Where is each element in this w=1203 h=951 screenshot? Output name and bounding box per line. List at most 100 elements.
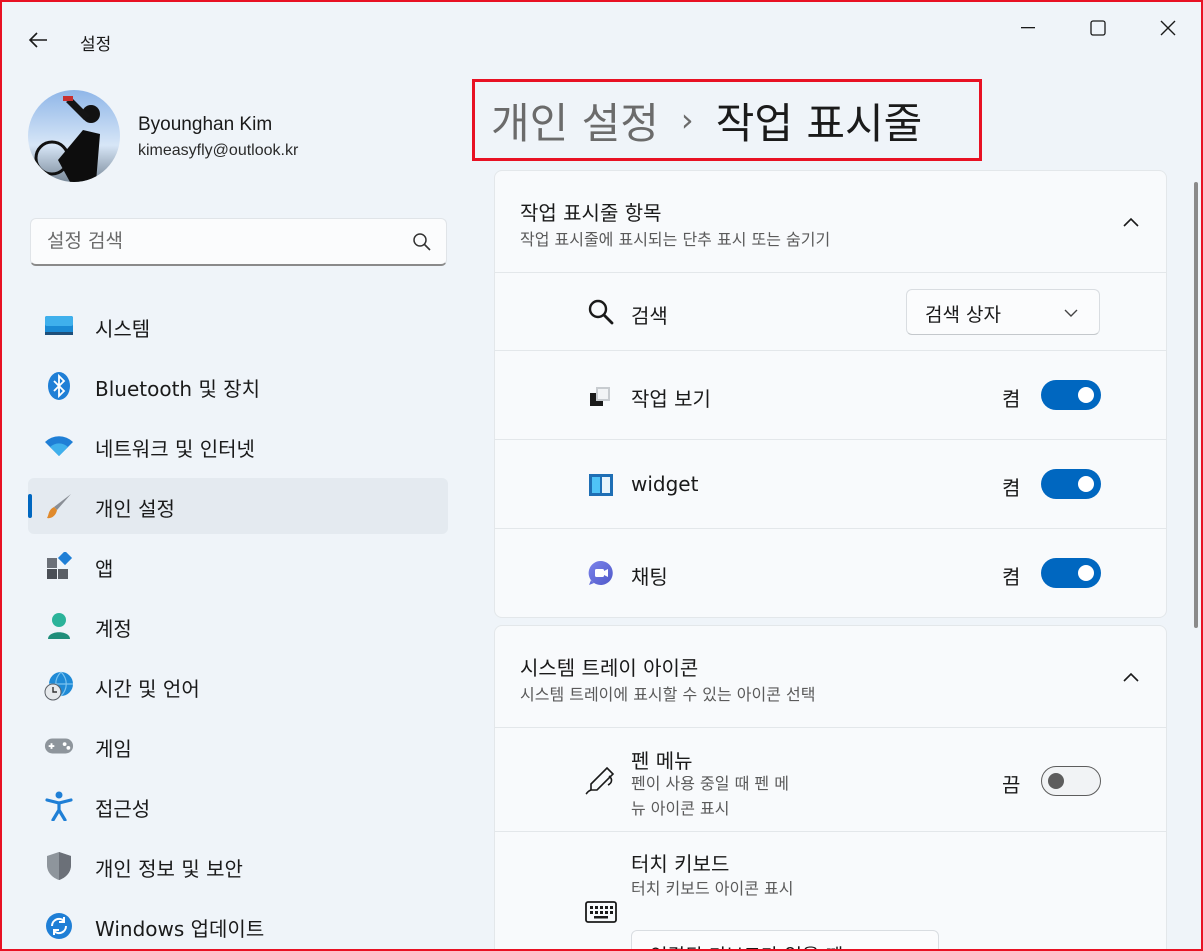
shield-icon [44,852,74,880]
sidebar-item-label: 시스템 [95,317,151,341]
paintbrush-icon [44,492,74,520]
breadcrumb-separator: › [680,101,694,139]
gamepad-icon [44,732,74,760]
task-view-toggle[interactable] [1041,380,1101,410]
sidebar-item-apps[interactable]: 앱 [28,538,448,594]
pen-menu-desc-1: 펜이 사용 중일 때 펜 메 [631,774,789,793]
sidebar-item-personalization[interactable]: 개인 설정 [28,478,448,534]
sidebar-item-label: 개인 설정 [95,497,175,521]
chevron-up-icon[interactable] [1119,666,1143,690]
back-arrow-icon [28,32,47,48]
breadcrumb-parent[interactable]: 개인 설정 [491,90,659,151]
pen-menu-label: 펜 메뉴 [631,749,693,773]
widget-icon [583,467,619,503]
user-name: Byounghan Kim [138,114,273,135]
card-subtitle: 시스템 트레이에 표시할 수 있는 아이콘 선택 [520,685,816,704]
pen-icon [583,762,619,798]
sidebar-item-label: 게임 [95,737,132,761]
content-scrollbar[interactable] [1194,182,1198,628]
search-row: 검색 검색 상자 [495,273,1166,351]
sidebar-item-accounts[interactable]: 계정 [28,598,448,654]
settings-window: 설정 Byounghan Kim kimeasyfly@outlook.kr 설… [0,0,1203,951]
chevron-up-icon[interactable] [1119,211,1143,235]
keyboard-icon [583,894,619,930]
dropdown-value: 연결된 키보드가 없을 때 [650,941,843,949]
sidebar-item-label: 계정 [95,617,132,641]
chat-label: 채팅 [631,565,668,589]
settings-search-box[interactable] [30,218,447,266]
sidebar-item-gaming[interactable]: 게임 [28,718,448,774]
card-title: 시스템 트레이 아이콘 [520,656,699,680]
maximize-icon [1090,20,1106,36]
search-icon [583,294,619,330]
widget-toggle[interactable] [1041,469,1101,499]
search-input[interactable] [31,219,391,263]
sidebar-item-label: 개인 정보 및 보안 [95,857,243,881]
monitor-icon [44,312,74,340]
touch-keyboard-dropdown[interactable]: 연결된 키보드가 없을 때 [631,930,939,949]
touch-keyboard-desc: 터치 키보드 아이콘 표시 [631,879,794,898]
touch-keyboard-row: 터치 키보드 터치 키보드 아이콘 표시 연결된 키보드가 없을 때 [495,832,1166,949]
close-button[interactable] [1145,10,1191,46]
avatar[interactable] [28,90,120,182]
chevron-down-icon [1064,309,1078,317]
minimize-icon [1021,27,1035,29]
dropdown-value: 검색 상자 [925,304,1001,326]
sidebar-nav: 시스템 Bluetooth 및 장치 네트워크 및 인터넷 개인 설정 앱 계정… [28,298,448,949]
toggle-state-text: 켬 [1002,387,1021,411]
pen-menu-row: 펜 메뉴 펜이 사용 중일 때 펜 메 뉴 아이콘 표시 끔 [495,728,1166,832]
touch-keyboard-label: 터치 키보드 [631,852,730,876]
toggle-knob [1078,387,1094,403]
pen-menu-desc-2: 뉴 아이콘 표시 [631,799,730,818]
widget-label: widget [631,472,699,496]
search-icon[interactable] [412,232,432,252]
task-view-label: 작업 보기 [631,387,711,411]
update-icon [44,912,74,940]
sidebar-item-label: 접근성 [95,797,151,821]
sidebar-item-label: Bluetooth 및 장치 [95,377,261,401]
chat-icon [583,555,619,591]
toggle-state-text: 끔 [1002,773,1021,797]
account-icon [44,612,74,640]
task-view-icon [583,378,619,414]
sidebar-item-label: Windows 업데이트 [95,917,265,941]
minimize-button[interactable] [1005,10,1051,46]
wifi-icon [44,432,74,460]
sidebar-item-privacy-security[interactable]: 개인 정보 및 보안 [28,838,448,894]
sidebar-item-network[interactable]: 네트워크 및 인터넷 [28,418,448,474]
card-title: 작업 표시줄 항목 [520,201,662,225]
page-title: 개인 설정 › 작업 표시줄 [472,79,982,161]
sidebar-item-windows-update[interactable]: Windows 업데이트 [28,898,448,949]
chat-toggle[interactable] [1041,558,1101,588]
taskbar-items-card: 작업 표시줄 항목 작업 표시줄에 표시되는 단추 표시 또는 숨기기 검색 검… [494,170,1167,618]
title-bar: 설정 [2,2,1201,78]
widget-row: widget 켬 [495,440,1166,529]
taskbar-items-header[interactable]: 작업 표시줄 항목 작업 표시줄에 표시되는 단추 표시 또는 숨기기 [495,171,1166,273]
pen-menu-toggle[interactable] [1041,766,1101,796]
system-tray-header[interactable]: 시스템 트레이 아이콘 시스템 트레이에 표시할 수 있는 아이콘 선택 [495,626,1166,728]
apps-icon [44,552,74,580]
breadcrumb-current: 작업 표시줄 [715,98,923,148]
user-email: kimeasyfly@outlook.kr [138,142,299,159]
sidebar-item-system[interactable]: 시스템 [28,298,448,354]
search-label: 검색 [631,304,668,328]
sidebar-item-bluetooth[interactable]: Bluetooth 및 장치 [28,358,448,414]
sidebar-item-label: 네트워크 및 인터넷 [95,437,255,461]
back-button[interactable] [20,24,56,56]
toggle-knob [1078,476,1094,492]
system-tray-card: 시스템 트레이 아이콘 시스템 트레이에 표시할 수 있는 아이콘 선택 펜 메… [494,625,1167,949]
sidebar-item-accessibility[interactable]: 접근성 [28,778,448,834]
chat-row: 채팅 켬 [495,529,1166,617]
close-icon [1160,20,1176,36]
search-mode-dropdown[interactable]: 검색 상자 [906,289,1100,335]
maximize-button[interactable] [1075,10,1121,46]
sidebar-item-label: 시간 및 언어 [95,677,200,701]
task-view-row: 작업 보기 켬 [495,351,1166,440]
globe-clock-icon [44,671,74,701]
toggle-knob [1048,773,1064,789]
sidebar-item-label: 앱 [95,557,114,581]
toggle-knob [1078,565,1094,581]
bluetooth-icon [44,372,74,400]
toggle-state-text: 켬 [1002,476,1021,500]
sidebar-item-time-language[interactable]: 시간 및 언어 [28,658,448,714]
